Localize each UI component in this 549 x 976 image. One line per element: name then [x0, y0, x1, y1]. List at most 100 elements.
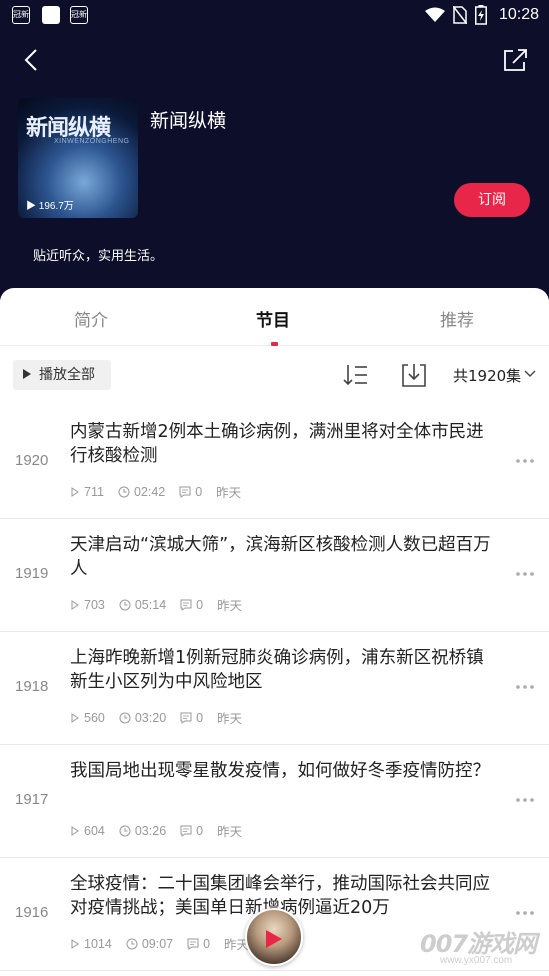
play-count: ▶ 196.7万: [26, 201, 74, 212]
comments: 0: [179, 485, 202, 499]
back-icon[interactable]: [16, 44, 48, 76]
comment-icon: [180, 712, 192, 724]
episode-list: 1920 内蒙古新增2例本土确诊病例，满洲里将对全体市民进行核酸检测 711 0…: [0, 406, 549, 971]
episode-item[interactable]: 1917 我国局地出现零星散发疫情，如何做好冬季疫情防控？ 604 03:26 …: [0, 745, 549, 858]
episode-date: 昨天: [216, 486, 242, 500]
episode-number: 1916: [15, 904, 49, 921]
duration-value: 02:42: [133, 484, 166, 499]
episode-count[interactable]: 共1920集: [453, 365, 521, 386]
episode-number: 1919: [15, 565, 49, 582]
clock-icon: [118, 486, 130, 497]
episode-date: 昨天: [217, 599, 243, 613]
comments-value: 0: [196, 710, 204, 725]
episode-item[interactable]: 1918 上海昨晚新增1例新冠肺炎确诊病例，浦东新区祝桥镇新生小区列为中风险地区…: [0, 632, 549, 745]
play-icon: [71, 712, 79, 723]
comments-value: 0: [195, 484, 203, 499]
clock: 10:28: [498, 6, 539, 23]
more-icon[interactable]: [515, 458, 535, 464]
tab-bar: 简介 节目 推荐: [0, 288, 549, 346]
play-icon: [71, 938, 79, 949]
more-icon[interactable]: [515, 797, 535, 803]
episode-meta: 560 03:20 0 昨天: [70, 708, 256, 727]
episode-number: 1920: [15, 452, 49, 469]
comments: 0: [187, 937, 210, 951]
comments: 0: [180, 824, 203, 838]
comments-value: 0: [203, 936, 211, 951]
comments: 0: [180, 598, 203, 612]
duration: 09:07: [126, 937, 173, 951]
plays: 703: [70, 598, 105, 612]
episode-number: 1917: [15, 791, 49, 808]
episode-meta: 604 03:26 0 昨天: [70, 821, 256, 840]
podcast-description: 贴近听众，实用生活。: [33, 249, 164, 264]
episode-meta: 703 05:14 0 昨天: [70, 595, 256, 614]
comments-value: 0: [196, 597, 204, 612]
status-bar: 冠新 冠新 10:28: [0, 0, 549, 30]
comment-icon: [187, 938, 199, 950]
play-icon: [71, 825, 79, 836]
play-icon: [23, 369, 31, 379]
episode-item[interactable]: 1919 天津启动“滨城大筛”，滨海新区核酸检测人数已超百万人 703 05:1…: [0, 519, 549, 632]
plays: 711: [70, 485, 104, 499]
download-icon[interactable]: [400, 362, 428, 388]
podcast-title: 新闻纵横: [150, 110, 227, 132]
comment-icon: [180, 825, 192, 837]
duration: 03:20: [119, 711, 166, 725]
comment-icon: [179, 486, 191, 498]
plays-value: 703: [84, 597, 105, 612]
cover-subtitle: XINWENZONGHENG: [54, 138, 130, 145]
mini-player-button[interactable]: [245, 908, 303, 966]
wifi-icon: [424, 7, 445, 22]
share-icon[interactable]: [499, 44, 531, 76]
duration: 03:26: [119, 824, 166, 838]
episode-number: 1918: [15, 678, 49, 695]
episode-date: 昨天: [217, 712, 243, 726]
episode-title[interactable]: 天津启动“滨城大筛”，滨海新区核酸检测人数已超百万人: [70, 533, 500, 581]
more-icon[interactable]: [515, 910, 535, 916]
sort-icon[interactable]: [342, 362, 370, 388]
clock-icon: [119, 599, 131, 610]
chevron-down-icon[interactable]: [523, 367, 537, 381]
episode-title[interactable]: 上海昨晚新增1例新冠肺炎确诊病例，浦东新区祝桥镇新生小区列为中风险地区: [70, 646, 500, 694]
tab-recommended[interactable]: 推荐: [440, 306, 474, 331]
more-icon[interactable]: [515, 571, 535, 577]
plays-value: 560: [84, 710, 105, 725]
clock-icon: [119, 825, 131, 836]
subscribe-button[interactable]: 订阅: [454, 183, 530, 217]
play-all-label: 播放全部: [39, 367, 95, 383]
episode-title[interactable]: 我国局地出现零星散发疫情，如何做好冬季疫情防控？: [70, 759, 500, 783]
notification-icon: 冠新: [70, 6, 88, 24]
play-all-button[interactable]: 播放全部: [13, 360, 111, 390]
comment-icon: [180, 599, 192, 611]
duration: 05:14: [119, 598, 166, 612]
plays-value: 711: [84, 484, 104, 499]
podcast-header: 新闻纵横 XINWENZONGHENG ▶ 196.7万 新闻纵横 订阅 贴近听…: [0, 30, 549, 300]
duration-value: 09:07: [141, 936, 174, 951]
episode-date: 昨天: [217, 825, 243, 839]
episode-meta: 1014 09:07 0 昨天: [70, 934, 263, 953]
duration-value: 03:26: [134, 823, 167, 838]
episode-meta: 711 02:42 0 昨天: [70, 482, 255, 501]
plays: 1014: [70, 937, 112, 951]
episode-item[interactable]: 1920 内蒙古新增2例本土确诊病例，满洲里将对全体市民进行核酸检测 711 0…: [0, 406, 549, 519]
content-sheet: 简介 节目 推荐 播放全部 共1920集 1920 内蒙古新增2例本土确诊病例，…: [0, 288, 549, 976]
play-icon: [71, 599, 79, 610]
tab-intro[interactable]: 简介: [74, 306, 108, 331]
plays-value: 604: [84, 823, 105, 838]
play-icon: [71, 486, 79, 497]
more-icon[interactable]: [515, 684, 535, 690]
plays-value: 1014: [84, 936, 112, 951]
duration: 02:42: [118, 485, 165, 499]
play-icon: [266, 930, 282, 948]
notification-icon: 冠新: [12, 6, 30, 24]
episode-toolbar: 播放全部 共1920集: [0, 346, 549, 406]
battery-icon: [474, 5, 487, 25]
clock-icon: [126, 938, 138, 949]
duration-value: 03:20: [134, 710, 167, 725]
notification-icon: [42, 6, 60, 24]
duration-value: 05:14: [134, 597, 167, 612]
watermark-main: 007游戏网: [420, 930, 537, 958]
tab-episodes[interactable]: 节目: [256, 306, 290, 331]
episode-title[interactable]: 内蒙古新增2例本土确诊病例，满洲里将对全体市民进行核酸检测: [70, 420, 500, 468]
podcast-cover[interactable]: 新闻纵横 XINWENZONGHENG ▶ 196.7万: [18, 98, 138, 218]
